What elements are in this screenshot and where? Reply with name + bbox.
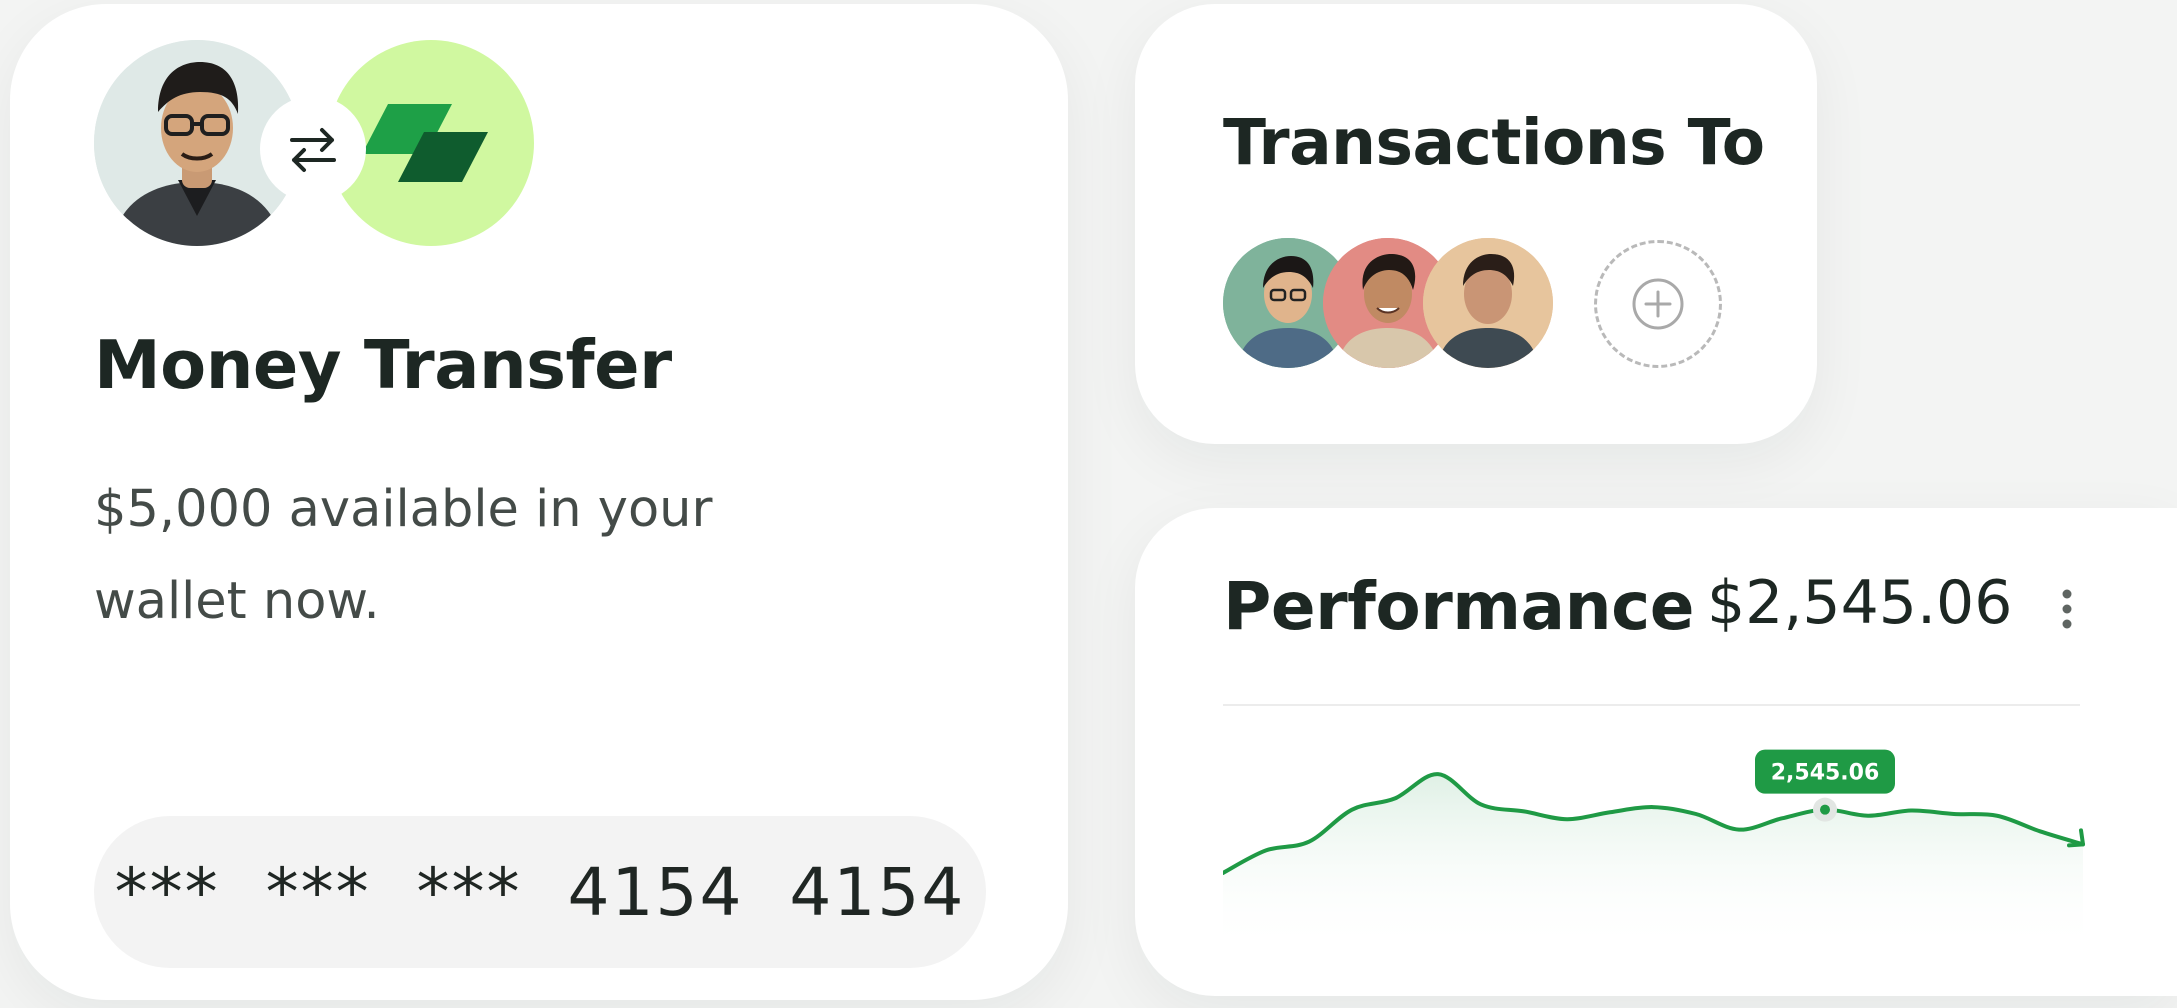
recipient-avatar[interactable] <box>1423 238 1553 368</box>
chart-point[interactable] <box>1263 847 1269 853</box>
chart-point[interactable] <box>2080 841 2086 847</box>
chart-area-fill <box>1223 774 2083 952</box>
chart-point[interactable] <box>1349 807 1355 813</box>
transfer-parties <box>94 40 534 252</box>
chart-point[interactable] <box>1564 816 1570 822</box>
chart-point[interactable] <box>2037 828 2043 834</box>
chart-point[interactable] <box>1435 771 1441 777</box>
performance-divider <box>1223 704 2080 706</box>
more-vertical-icon <box>2062 589 2072 629</box>
swap-arrows-icon <box>290 128 336 172</box>
chart-highlight-dot <box>1820 804 1830 815</box>
chart-point[interactable] <box>1607 809 1613 815</box>
dashboard-stage: Money Transfer $5,000 available in your … <box>0 0 2177 1008</box>
chart-point[interactable] <box>1306 839 1312 845</box>
chart-point[interactable] <box>1779 815 1785 821</box>
chart-point[interactable] <box>1478 801 1484 807</box>
performance-card: Performance $2,545.06 2,545.06 <box>1135 508 2177 996</box>
chart-point[interactable] <box>1521 808 1527 814</box>
recipient-avatar-group <box>1223 238 1553 370</box>
chart-tooltip-label: 2,545.06 <box>1771 761 1880 786</box>
add-contact-icon <box>1632 278 1684 330</box>
chart-point[interactable] <box>1951 811 1957 817</box>
chart-tooltip: 2,545.06 <box>1755 749 1895 822</box>
transactions-card: Transactions To <box>1135 4 1817 444</box>
chart-point[interactable] <box>1994 813 2000 819</box>
performance-title: Performance <box>1223 568 1694 645</box>
chart-point[interactable] <box>1392 795 1398 801</box>
transactions-title: Transactions To <box>1223 106 1765 179</box>
chart-point[interactable] <box>1693 811 1699 817</box>
performance-chart[interactable]: 2,545.06 <box>1223 742 2093 952</box>
chart-point[interactable] <box>1736 827 1742 833</box>
chart-point[interactable] <box>1650 804 1656 810</box>
wallet-balance-text: $5,000 available in your wallet now. <box>94 480 713 631</box>
money-transfer-title: Money Transfer <box>94 326 672 404</box>
money-transfer-card[interactable]: Money Transfer $5,000 available in your … <box>10 4 1068 1000</box>
more-options-button[interactable] <box>2055 586 2079 632</box>
recipient-portrait-icon <box>1423 238 1553 368</box>
chart-point[interactable] <box>1865 813 1871 819</box>
card-number-field[interactable]: *** *** *** 4154 4154 <box>94 816 986 968</box>
add-recipient-button[interactable] <box>1594 240 1722 368</box>
swap-badge[interactable] <box>260 96 366 202</box>
performance-value: $2,545.06 <box>1707 568 2013 638</box>
chart-point[interactable] <box>1908 808 1914 814</box>
card-number-text: *** *** *** 4154 4154 <box>114 853 966 931</box>
